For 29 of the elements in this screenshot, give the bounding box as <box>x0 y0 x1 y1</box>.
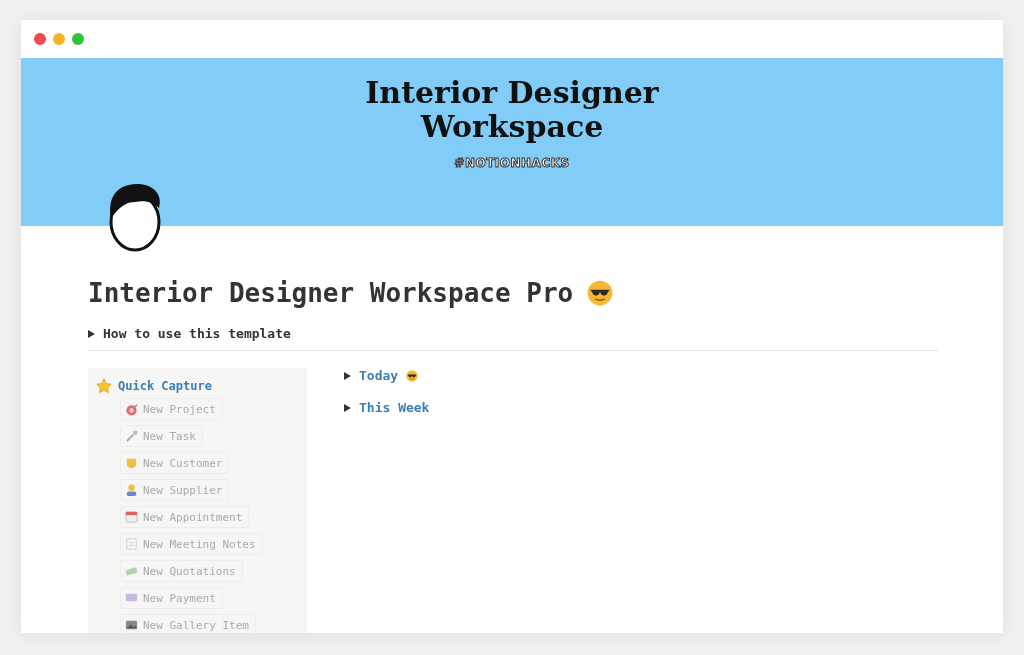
sunglasses-emoji-icon <box>587 280 614 306</box>
toggle-label[interactable]: This Week <box>359 400 430 415</box>
new-item-button[interactable]: New Customer <box>120 452 230 474</box>
cover-tag: #NOTIONHACKS <box>454 156 570 170</box>
new-item-button[interactable]: New Meeting Notes <box>120 533 263 555</box>
new-item-button[interactable]: New Task <box>120 425 203 447</box>
image-icon <box>125 618 138 632</box>
star-icon <box>96 378 112 394</box>
new-item-button[interactable]: New Gallery Item <box>120 614 256 633</box>
person-icon <box>125 483 138 497</box>
new-item-button[interactable]: New Payment <box>120 587 223 609</box>
new-item-button[interactable]: New Supplier <box>120 479 230 501</box>
toggle-arrow-icon[interactable] <box>344 403 351 412</box>
sunglasses-emoji-icon <box>406 369 419 382</box>
calendar-icon <box>125 510 138 524</box>
new-item-button[interactable]: New Appointment <box>120 506 250 528</box>
close-button[interactable] <box>34 33 46 45</box>
new-item-button[interactable]: New Project <box>120 398 223 420</box>
toggle-arrow-icon[interactable] <box>88 329 95 338</box>
toggle-label[interactable]: How to use this template <box>103 326 291 341</box>
cover-title: Interior Designer <box>365 76 659 110</box>
notepad-icon <box>125 537 138 551</box>
cover-title: Workspace <box>420 110 604 144</box>
toggle-arrow-icon[interactable] <box>344 371 351 380</box>
target-icon <box>125 402 138 416</box>
quick-capture-title: Quick Capture <box>118 379 212 393</box>
page-title-text: Interior Designer Workspace Pro <box>88 278 574 308</box>
new-item-button[interactable]: New Quotations <box>120 560 243 582</box>
toggle-label[interactable]: Today <box>359 368 399 383</box>
